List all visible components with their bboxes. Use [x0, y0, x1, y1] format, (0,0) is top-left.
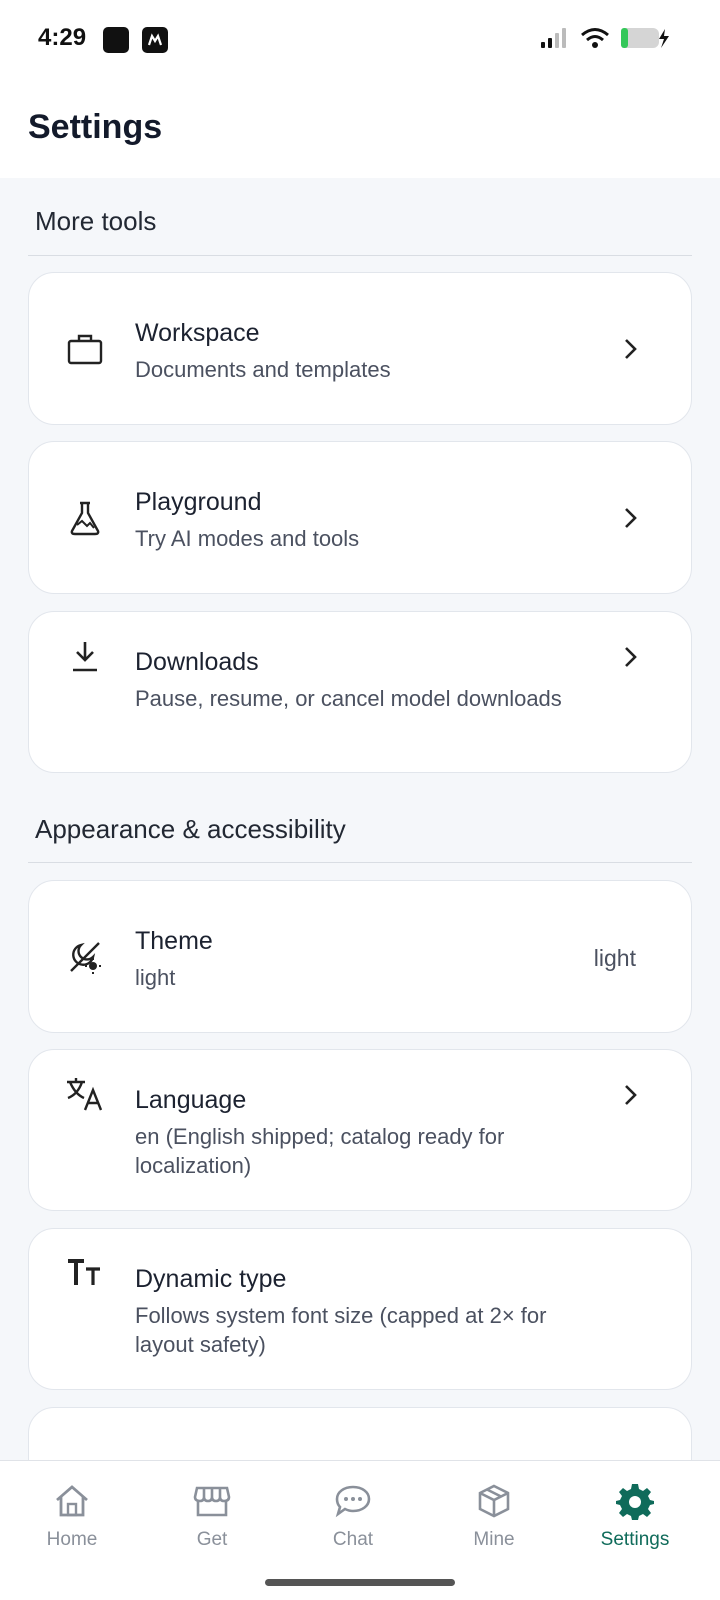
- settings-list[interactable]: More tools Workspace Documents and templ…: [0, 178, 720, 1460]
- dynamic-type-title: Dynamic type: [135, 1265, 287, 1293]
- playground-row[interactable]: Playground Try AI modes and tools: [28, 441, 692, 594]
- text-size-icon: [65, 1253, 105, 1293]
- tab-settings[interactable]: Settings: [563, 1461, 707, 1571]
- tab-label: Settings: [600, 1529, 670, 1550]
- divider: [28, 862, 692, 863]
- language-title: Language: [135, 1086, 247, 1114]
- translate-icon: [65, 1074, 105, 1114]
- status-time: 4:29: [38, 24, 87, 51]
- chevron-right-icon: [621, 337, 641, 361]
- next-settings-row[interactable]: [28, 1407, 692, 1460]
- workspace-title: Workspace: [135, 319, 260, 347]
- downloads-subtitle: Pause, resume, or cancel model downloads: [135, 686, 562, 711]
- gear-icon: [615, 1481, 655, 1521]
- tab-bar: Home Get Chat Mine Settings: [0, 1460, 720, 1600]
- downloads-title: Downloads: [135, 648, 259, 676]
- chevron-right-icon: [621, 645, 641, 669]
- tab-mine[interactable]: Mine: [422, 1461, 566, 1571]
- home-indicator[interactable]: [265, 1579, 455, 1586]
- section-header-appearance: Appearance & accessibility: [35, 814, 346, 844]
- section-header-more-tools: More tools: [35, 206, 157, 236]
- workspace-subtitle: Documents and templates: [135, 357, 391, 382]
- cellular-signal-icon: [540, 27, 570, 54]
- workspace-row[interactable]: Workspace Documents and templates: [28, 272, 692, 425]
- page-title: Settings: [28, 108, 163, 146]
- chevron-right-icon: [621, 506, 641, 530]
- app-icon: [103, 27, 129, 53]
- theme-subtitle: light: [135, 965, 176, 990]
- download-icon: [65, 636, 105, 676]
- wifi-icon: [580, 27, 610, 54]
- app-icon: [142, 27, 168, 53]
- tab-get[interactable]: Get: [140, 1461, 284, 1571]
- battery-charging-icon: [620, 26, 670, 55]
- tab-label: Chat: [332, 1529, 374, 1550]
- tab-label: Mine: [473, 1529, 515, 1550]
- store-icon: [192, 1481, 232, 1521]
- theme-title: Theme: [135, 927, 213, 955]
- flask-icon: [65, 498, 105, 538]
- language-subtitle: en (English shipped; catalog ready for l…: [135, 1124, 505, 1178]
- tab-label: Home: [46, 1529, 98, 1550]
- language-row[interactable]: Language en (English shipped; catalog re…: [28, 1049, 692, 1211]
- chat-bubble-icon: [333, 1481, 373, 1521]
- dynamic-type-subtitle: Follows system font size (capped at 2× f…: [135, 1303, 547, 1357]
- status-bar: 4:29: [0, 0, 720, 78]
- theme-value: light: [593, 945, 636, 971]
- divider: [28, 255, 692, 256]
- tab-chat[interactable]: Chat: [281, 1461, 425, 1571]
- tab-label: Get: [196, 1529, 228, 1550]
- theme-row[interactable]: Theme light light: [28, 880, 692, 1033]
- downloads-row[interactable]: Downloads Pause, resume, or cancel model…: [28, 611, 692, 773]
- chevron-right-icon: [621, 1083, 641, 1107]
- cube-icon: [474, 1481, 514, 1521]
- playground-title: Playground: [135, 488, 262, 516]
- playground-subtitle: Try AI modes and tools: [135, 526, 360, 551]
- theme-icon: [65, 937, 105, 977]
- tab-home[interactable]: Home: [0, 1461, 144, 1571]
- home-icon: [52, 1481, 92, 1521]
- header: Settings: [0, 78, 720, 178]
- dynamic-type-row[interactable]: Dynamic type Follows system font size (c…: [28, 1228, 692, 1390]
- briefcase-icon: [65, 329, 105, 369]
